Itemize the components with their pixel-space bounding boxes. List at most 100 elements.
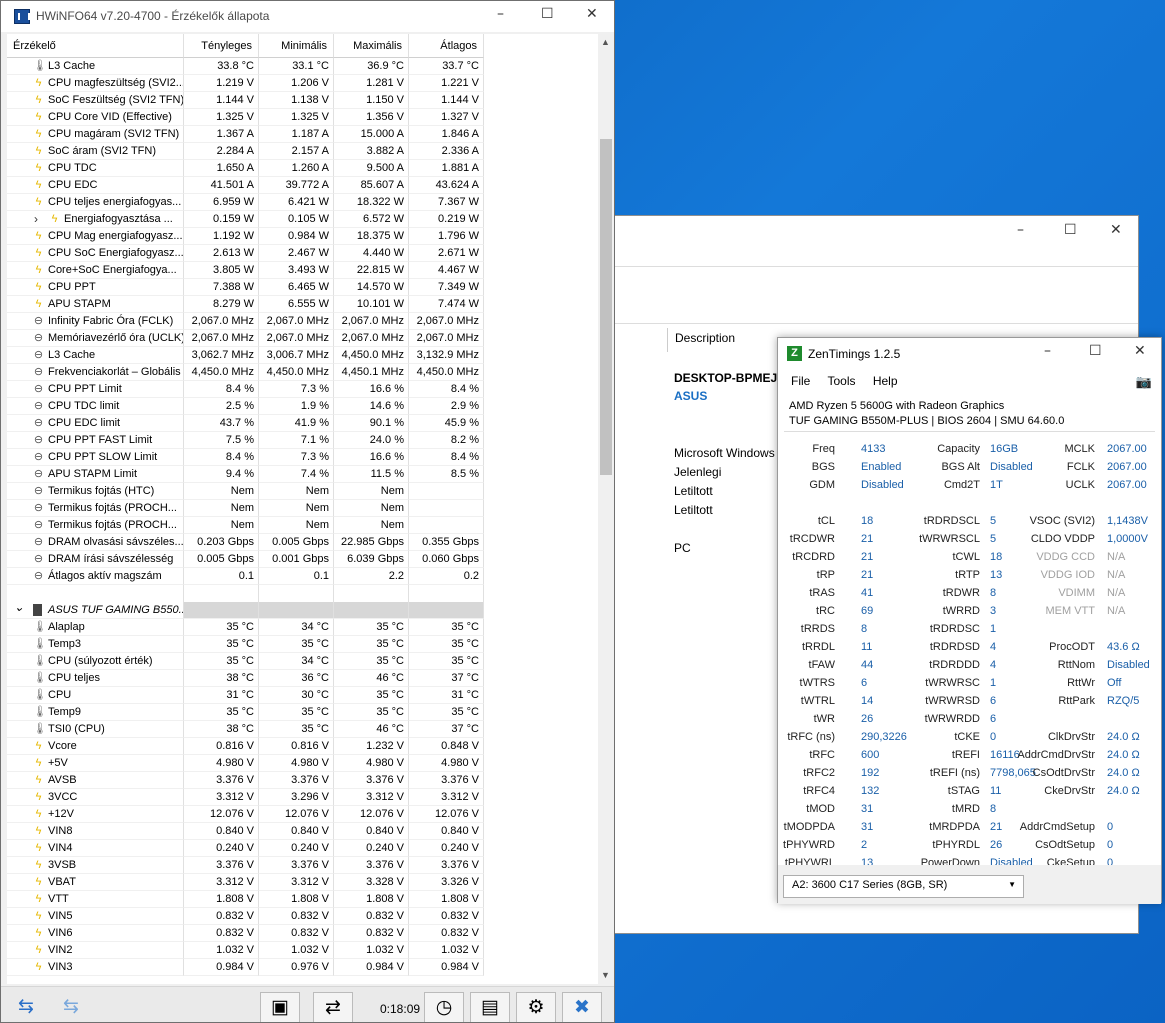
sensor-table[interactable]: Érzékelő Tényleges Minimális Maximális Á… bbox=[7, 34, 598, 984]
sensor-row[interactable]: ϟ CPU magfeszültség (SVI2... 1.219 V 1.206 … bbox=[7, 75, 598, 92]
sensor-row[interactable]: ⊖ DRAM írási sávszélesség 0.005 Gbps 0.001 … bbox=[7, 551, 598, 568]
scroll-down-icon[interactable]: ▼ bbox=[601, 970, 610, 980]
scroll-up-icon[interactable]: ▲ bbox=[601, 37, 610, 47]
thermometer-icon: 🌡 bbox=[33, 60, 47, 72]
timing-value: 5 bbox=[990, 533, 997, 545]
sensor-row[interactable]: 🌡 Alaplap 35 °C 34 °C 35 °C 35 °C bbox=[7, 619, 598, 636]
navigate-left-icon[interactable]: ⇆ bbox=[6, 992, 46, 1022]
collapse-chevron-icon[interactable]: ⌄ bbox=[14, 602, 24, 616]
sensor-row[interactable]: ϟ VIN4 0.240 V 0.240 V 0.240 V 0.240 V bbox=[7, 840, 598, 857]
camera-screenshot-icon[interactable]: 📷 bbox=[1136, 374, 1152, 390]
sensor-row[interactable]: ⊖ Termikus fojtás (PROCH... Nem Nem Nem bbox=[7, 517, 598, 534]
sensor-row[interactable]: ⊖ CPU PPT SLOW Limit 8.4 % 7.3 % 16.6 % 8.4 % bbox=[7, 449, 598, 466]
minimum-value: 30 °C bbox=[259, 687, 334, 704]
sensor-row[interactable]: ϟ SoC áram (SVI2 TFN) 2.284 A 2.157 A 3.882 … bbox=[7, 143, 598, 160]
sensor-row[interactable]: ⊖ CPU PPT Limit 8.4 % 7.3 % 16.6 % 8.4 % bbox=[7, 381, 598, 398]
sensor-row[interactable]: ϟ VIN5 0.832 V 0.832 V 0.832 V 0.832 V bbox=[7, 908, 598, 925]
sensor-row[interactable]: 🌡 CPU (súlyozott érték) 35 °C 34 °C 35 °C 35 … bbox=[7, 653, 598, 670]
sensor-row[interactable]: ϟ CPU TDC 1.650 A 1.260 A 9.500 A 1.881 A bbox=[7, 160, 598, 177]
sensor-row[interactable]: ϟ Core+SoC Energiafogya... 3.805 W 3.493 W2… bbox=[7, 262, 598, 279]
sensor-row[interactable]: ϟ CPU magáram (SVI2 TFN) 1.367 A 1.187 A 15.… bbox=[7, 126, 598, 143]
sensor-row[interactable]: ϟ SoC Feszültség (SVI2 TFN) 1.144 V 1.138 V… bbox=[7, 92, 598, 109]
minimize-icon[interactable]: – bbox=[497, 6, 504, 22]
column-header-maximum[interactable]: Maximális bbox=[334, 34, 409, 58]
sensor-row[interactable]: ϟ CPU SoC Energiafogyasz... 2.613 W 2.467 W… bbox=[7, 245, 598, 262]
navigate-right-icon[interactable]: ⇆ bbox=[51, 992, 91, 1022]
sensor-row[interactable]: ϟ CPU Core VID (Effective) 1.325 V 1.325 V1… bbox=[7, 109, 598, 126]
network-icon[interactable]: ⇄ bbox=[313, 992, 353, 1022]
sensor-row[interactable]: ⊖ Infinity Fabric Óra (FCLK) 2,067.0 MHz 2,… bbox=[7, 313, 598, 330]
sensor-row[interactable]: ϟ 3VSB 3.376 V 3.376 V 3.376 V 3.376 V bbox=[7, 857, 598, 874]
column-header-minimum[interactable]: Minimális bbox=[259, 34, 334, 58]
sensor-group-row[interactable]: ⌄ ASUS TUF GAMING B550... bbox=[7, 602, 598, 619]
sensor-row[interactable]: ⊖ Termikus fojtás (PROCH... Nem Nem Nem bbox=[7, 500, 598, 517]
sensor-row[interactable]: ϟ AVSB 3.376 V 3.376 V 3.376 V 3.376 V bbox=[7, 772, 598, 789]
sensor-row[interactable]: ⊖ Memóriavezérlő óra (UCLK) 2,067.0 MHz 2,0… bbox=[7, 330, 598, 347]
scrollbar-thumb[interactable] bbox=[600, 139, 612, 475]
vertical-scrollbar[interactable]: ▲ ▼ bbox=[598, 34, 614, 984]
sensor-row[interactable]: ϟ CPU Mag energiafogyasz... 1.192 W 0.984 W… bbox=[7, 228, 598, 245]
dimm-select[interactable]: A2: 3600 C17 Series (8GB, SR) ▼ bbox=[783, 875, 1024, 898]
settings-gear-icon[interactable]: ⚙ bbox=[516, 992, 556, 1022]
sensor-row[interactable]: ⊖ CPU EDC limit 43.7 % 41.9 % 90.1 % 45.9 % bbox=[7, 415, 598, 432]
sensor-row[interactable]: 🌡 CPU 31 °C 30 °C 35 °C 31 °C bbox=[7, 687, 598, 704]
minimize-icon[interactable]: – bbox=[1017, 222, 1024, 238]
maximum-value: 35 °C bbox=[334, 636, 409, 653]
sensor-row[interactable]: ⊖ L3 Cache 3,062.7 MHz 3,006.7 MHz 4,450.0 M… bbox=[7, 347, 598, 364]
close-icon[interactable]: ✕ bbox=[1110, 222, 1122, 238]
sensor-row[interactable]: ϟ +5V 4.980 V 4.980 V 4.980 V 4.980 V bbox=[7, 755, 598, 772]
sensor-row[interactable]: 🌡 L3 Cache 33.8 °C 33.1 °C 36.9 °C 33.7 °C bbox=[7, 58, 598, 75]
close-icon[interactable]: ✕ bbox=[1134, 343, 1146, 359]
column-header-average[interactable]: Átlagos bbox=[409, 34, 484, 58]
sensor-row[interactable]: ⊖ Frekvenciakorlát – Globális 4,450.0 MHz 4… bbox=[7, 364, 598, 381]
sensor-row[interactable]: ϟ VIN8 0.840 V 0.840 V 0.840 V 0.840 V bbox=[7, 823, 598, 840]
sensor-row[interactable]: ϟ VTT 1.808 V 1.808 V 1.808 V 1.808 V bbox=[7, 891, 598, 908]
maximize-icon[interactable]: ☐ bbox=[1064, 222, 1077, 238]
timing-label: tRDRDSD bbox=[929, 641, 980, 653]
sensor-row[interactable]: ϟ CPU PPT 7.388 W 6.465 W 14.570 W 7.349 W bbox=[7, 279, 598, 296]
sensor-row[interactable]: ⊖ CPU PPT FAST Limit 7.5 % 7.1 % 24.0 % 8.2 % bbox=[7, 432, 598, 449]
sensor-row[interactable]: 🌡 Temp9 35 °C 35 °C 35 °C 35 °C bbox=[7, 704, 598, 721]
sensor-row[interactable]: ⊖ APU STAPM Limit 9.4 % 7.4 % 11.5 % 8.5 % bbox=[7, 466, 598, 483]
timing-label: AddrCmdDrvStr bbox=[1017, 749, 1095, 761]
sensor-row[interactable]: ϟ VIN3 0.984 V 0.976 V 0.984 V 0.984 V bbox=[7, 959, 598, 976]
menu-file[interactable]: File bbox=[791, 374, 810, 388]
sensor-row[interactable]: 🌡 TSI0 (CPU) 38 °C 35 °C 46 °C 37 °C bbox=[7, 721, 598, 738]
sensor-row[interactable]: ϟ Vcore 0.816 V 0.816 V 1.232 V 0.848 V bbox=[7, 738, 598, 755]
expand-chevron-icon[interactable]: › bbox=[34, 211, 38, 227]
sensor-row[interactable]: ϟ VIN6 0.832 V 0.832 V 0.832 V 0.832 V bbox=[7, 925, 598, 942]
sensor-row[interactable]: ϟ APU STAPM 8.279 W 6.555 W 10.101 W 7.474 W bbox=[7, 296, 598, 313]
sensor-row[interactable]: ϟ CPU EDC 41.501 A 39.772 A 85.607 A 43.624 A bbox=[7, 177, 598, 194]
sensor-row[interactable]: ϟ VBAT 3.312 V 3.312 V 3.328 V 3.326 V bbox=[7, 874, 598, 891]
sensor-name: Core+SoC Energiafogya... bbox=[48, 264, 177, 276]
sensor-row[interactable]: 🌡 Temp3 35 °C 35 °C 35 °C 35 °C bbox=[7, 636, 598, 653]
menu-help[interactable]: Help bbox=[873, 374, 898, 388]
sensor-row[interactable]: ϟ +12V 12.076 V 12.076 V 12.076 V 12.076 V bbox=[7, 806, 598, 823]
maximize-icon[interactable]: ☐ bbox=[541, 6, 554, 22]
sensor-row[interactable]: ⊖ Termikus fojtás (HTC) Nem Nem Nem bbox=[7, 483, 598, 500]
column-header-current[interactable]: Tényleges bbox=[184, 34, 259, 58]
average-value: 1.032 V bbox=[409, 942, 484, 959]
sensor-row[interactable]: ϟ 3VCC 3.312 V 3.296 V 3.312 V 3.312 V bbox=[7, 789, 598, 806]
sensor-row[interactable]: 🌡 CPU teljes 38 °C 36 °C 46 °C 37 °C bbox=[7, 670, 598, 687]
sensor-row[interactable]: ⊖ DRAM olvasási sávszéles... 0.203 Gbps 0.0… bbox=[7, 534, 598, 551]
maximize-icon[interactable]: ☐ bbox=[1089, 343, 1102, 359]
close-icon[interactable]: ✕ bbox=[586, 6, 598, 22]
report-icon[interactable]: ▣ bbox=[260, 992, 300, 1022]
minimum-value: 3.376 V bbox=[259, 772, 334, 789]
close-sensors-icon[interactable]: ✖ bbox=[562, 992, 602, 1022]
timing-value: 21 bbox=[861, 551, 874, 563]
add-layout-icon[interactable]: ▤ bbox=[470, 992, 510, 1022]
manufacturer-link[interactable]: ASUS bbox=[674, 389, 707, 403]
timing-label: tMODPDA bbox=[783, 821, 835, 833]
column-header-sensor[interactable]: Érzékelő bbox=[7, 34, 184, 58]
menu-tools[interactable]: Tools bbox=[827, 374, 855, 388]
sensor-row[interactable]: ϟ CPU teljes energiafogyas... 6.959 W 6.421… bbox=[7, 194, 598, 211]
sensor-row[interactable]: ϟ VIN2 1.032 V 1.032 V 1.032 V 1.032 V bbox=[7, 942, 598, 959]
clock-icon[interactable]: ◷ bbox=[424, 992, 464, 1022]
sensor-row[interactable]: ⊖ Átlagos aktív magszám 0.1 0.1 2.2 0.2 bbox=[7, 568, 598, 585]
sensor-row[interactable]: ⊖ CPU TDC limit 2.5 % 1.9 % 14.6 % 2.9 % bbox=[7, 398, 598, 415]
minimum-value: 36 °C bbox=[259, 670, 334, 687]
minimize-icon[interactable]: – bbox=[1044, 343, 1051, 359]
sensor-row[interactable]: › ϟ Energiafogyasztása ... 0.159 W 0.105 W 6.… bbox=[7, 211, 598, 228]
